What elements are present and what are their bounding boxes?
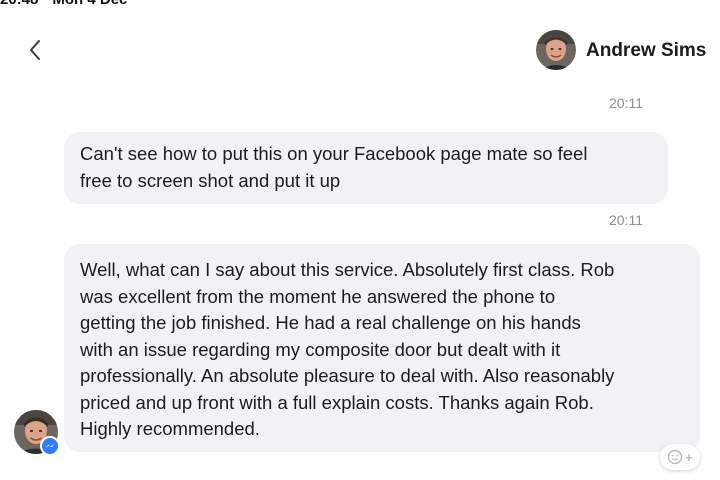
status-bar: 20:48 Mon 4 Dec xyxy=(0,0,300,8)
add-reaction-plus: + xyxy=(685,449,693,465)
message-line: getting the job finished. He had a real … xyxy=(80,312,581,333)
contact-avatar[interactable] xyxy=(536,30,576,70)
message-line: priced and up front with a full explain … xyxy=(80,391,594,413)
messenger-icon xyxy=(40,436,60,456)
message-line: Well, what can I say about this service.… xyxy=(80,259,615,280)
status-time: 20:48 xyxy=(0,0,38,8)
add-reaction-button[interactable]: + xyxy=(660,444,700,470)
conversation-header: Andrew Sims xyxy=(0,26,720,76)
chevron-left-icon xyxy=(30,40,40,60)
message-timestamp: 20:11 xyxy=(609,95,643,111)
message-bubble[interactable]: Can't see how to put this on your Facebo… xyxy=(64,132,668,204)
smiley-add-reaction-icon xyxy=(668,449,683,465)
message-line: Highly recommended. xyxy=(80,418,260,439)
message-line: with an issue regarding my composite doo… xyxy=(80,338,561,360)
message-line: professionally. An absolute pleasure to … xyxy=(80,365,615,386)
sender-avatar[interactable] xyxy=(14,410,60,456)
message-timestamp: 20:11 xyxy=(609,212,643,228)
back-button[interactable] xyxy=(24,36,48,64)
status-date: Mon 4 Dec xyxy=(52,0,127,8)
message-bubble[interactable]: Well, what can I say about this service.… xyxy=(64,244,700,452)
message-line: Can't see how to put this on your Facebo… xyxy=(80,143,588,164)
message-line: free to screen shot and put it up xyxy=(80,169,341,191)
message-line: was excellent from the moment he answere… xyxy=(80,285,556,307)
contact-name[interactable]: Andrew Sims xyxy=(586,40,706,62)
